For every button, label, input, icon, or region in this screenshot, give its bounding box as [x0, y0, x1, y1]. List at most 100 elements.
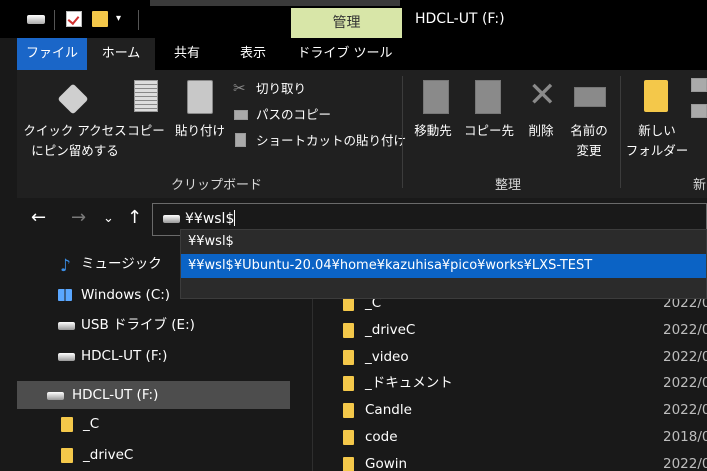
nav-item-hdcl-f[interactable]: HDCL-UT (F:) — [17, 342, 290, 370]
file-date: 2022/0 — [663, 456, 707, 471]
drive-icon — [27, 15, 45, 24]
toolbar-divider — [138, 10, 139, 30]
folder-icon — [343, 457, 354, 471]
paste-shortcut-icon — [235, 133, 246, 147]
nav-item-hdcl-f-root[interactable]: HDCL-UT (F:) — [17, 381, 290, 409]
nav-item-label: _C — [83, 416, 100, 432]
folder-icon — [343, 430, 354, 445]
file-name: code — [365, 429, 398, 445]
file-row[interactable]: _driveC 2022/0 — [314, 317, 707, 344]
file-date: 2022/0 — [663, 402, 707, 418]
recent-locations-chevron-icon[interactable]: ⌄ — [103, 211, 114, 226]
background-window-strip — [150, 0, 400, 6]
nav-item-label: Windows (C:) — [81, 287, 171, 303]
nav-item-label: HDCL-UT (F:) — [81, 348, 168, 364]
rename-icon — [574, 87, 606, 107]
move-to-button[interactable]: 移動先 — [407, 121, 459, 141]
folder-icon — [343, 403, 354, 418]
back-arrow-icon[interactable]: ← — [31, 207, 46, 228]
properties-icon[interactable] — [66, 11, 82, 27]
tab-share[interactable]: 共有 — [167, 38, 207, 70]
drive-icon — [47, 392, 64, 400]
address-autocomplete-dropdown: ¥¥wsl$ ¥¥wsl$¥Ubuntu-20.04¥home¥kazuhisa… — [180, 229, 707, 299]
new-item-icon[interactable] — [691, 78, 707, 92]
copy-to-button[interactable]: コピー先 — [457, 121, 521, 141]
file-date: 2018/0 — [663, 429, 707, 445]
tab-view[interactable]: 表示 — [231, 38, 275, 70]
easy-access-icon[interactable] — [691, 104, 707, 118]
text-caret — [234, 210, 236, 226]
up-arrow-icon[interactable]: ↑ — [127, 207, 142, 228]
paste-shortcut-button[interactable]: ショートカットの貼り付け — [256, 133, 406, 149]
network-drive-icon — [163, 215, 180, 223]
pin-label-line1: クイック アクセス — [23, 123, 127, 138]
copy-icon — [134, 80, 158, 112]
organize-group-label: 整理 — [495, 178, 522, 193]
rename-button[interactable]: 名前の 変更 — [565, 121, 613, 161]
group-divider — [402, 76, 403, 188]
file-name: _video — [365, 349, 409, 365]
file-name: _ドキュメント — [365, 375, 453, 391]
new-group-label: 新 — [693, 178, 707, 193]
nav-item-label: _driveC — [83, 447, 134, 463]
delete-button[interactable]: 削除 — [522, 121, 560, 141]
folder-icon — [343, 323, 354, 338]
copy-path-button[interactable]: パスのコピー — [256, 107, 331, 123]
new-folder-icon[interactable] — [92, 11, 108, 27]
tab-drive-tools[interactable]: ドライブ ツール — [289, 38, 401, 70]
nav-item-label: HDCL-UT (F:) — [72, 387, 159, 403]
paste-icon — [187, 80, 213, 114]
rename-label-line2: 変更 — [576, 143, 602, 158]
toolbar-divider — [54, 10, 55, 30]
move-to-icon — [423, 80, 449, 114]
file-row[interactable]: _video 2022/0 — [314, 344, 707, 371]
delete-icon: ✕ — [528, 75, 557, 115]
customize-quick-access-icon[interactable]: ▾ — [116, 13, 121, 24]
nav-item-folder-drivec[interactable]: _driveC — [17, 441, 290, 469]
nav-item-label: ミュージック — [81, 256, 162, 272]
file-date: 2022/0 — [663, 375, 707, 391]
folder-icon — [61, 448, 73, 463]
rename-label-line1: 名前の — [570, 123, 608, 138]
tab-home[interactable]: ホーム — [87, 38, 155, 70]
autocomplete-item-highlighted[interactable]: ¥¥wsl$¥Ubuntu-20.04¥home¥kazuhisa¥pico¥w… — [181, 254, 706, 278]
file-name: Candle — [365, 402, 412, 418]
folder-icon — [343, 376, 354, 391]
nav-item-folder-c[interactable]: _C — [17, 410, 290, 438]
group-divider — [620, 76, 621, 188]
drive-icon — [58, 353, 75, 361]
title-bar: ▾ 管理 HDCL-UT (F:) — [0, 0, 707, 38]
file-row[interactable]: code 2018/0 — [314, 424, 707, 451]
ribbon: クイック アクセス にピン留めする コピー 貼り付け ✂ 切り取り パスのコピー… — [17, 70, 707, 198]
copy-path-icon — [234, 110, 248, 120]
file-date: 2022/0 — [663, 322, 707, 338]
folder-icon — [61, 417, 73, 432]
file-list: _C 2022/0 _driveC 2022/0 _video 2022/0 _… — [314, 295, 707, 471]
file-row[interactable]: _ドキュメント 2022/0 — [314, 370, 707, 397]
file-date: 2022/0 — [663, 349, 707, 365]
folder-icon — [343, 350, 354, 365]
address-input[interactable]: ¥¥wsl$ — [185, 210, 236, 227]
file-row[interactable]: Candle 2022/0 — [314, 397, 707, 424]
pin-icon — [57, 83, 89, 115]
autocomplete-item[interactable]: ¥¥wsl$ — [181, 230, 706, 254]
pin-to-quick-access-button[interactable]: クイック アクセス にピン留めする — [23, 121, 127, 161]
pin-label-line2: にピン留めする — [31, 143, 119, 158]
tab-manage[interactable]: 管理 — [291, 8, 402, 38]
address-value: ¥¥wsl$ — [185, 211, 235, 227]
nav-item-label: USB ドライブ (E:) — [81, 317, 195, 333]
new-folder-label-line1: 新しい — [638, 123, 676, 138]
windows-drive-icon — [58, 289, 72, 301]
file-name: _driveC — [365, 322, 416, 338]
tab-file[interactable]: ファイル — [17, 38, 87, 70]
nav-item-usb-e[interactable]: USB ドライブ (E:) — [17, 311, 290, 339]
music-icon: ♪ — [60, 256, 71, 276]
clipboard-group-label: クリップボード — [171, 178, 263, 193]
new-folder-button[interactable]: 新しい フォルダー — [625, 121, 689, 161]
cut-button[interactable]: 切り取り — [256, 81, 306, 97]
file-row[interactable]: Gowin 2022/0 — [314, 451, 707, 471]
forward-arrow-icon[interactable]: → — [71, 207, 86, 228]
copy-button[interactable]: コピー — [125, 121, 167, 141]
paste-button[interactable]: 貼り付け — [172, 121, 228, 141]
new-folder-icon — [644, 80, 668, 112]
